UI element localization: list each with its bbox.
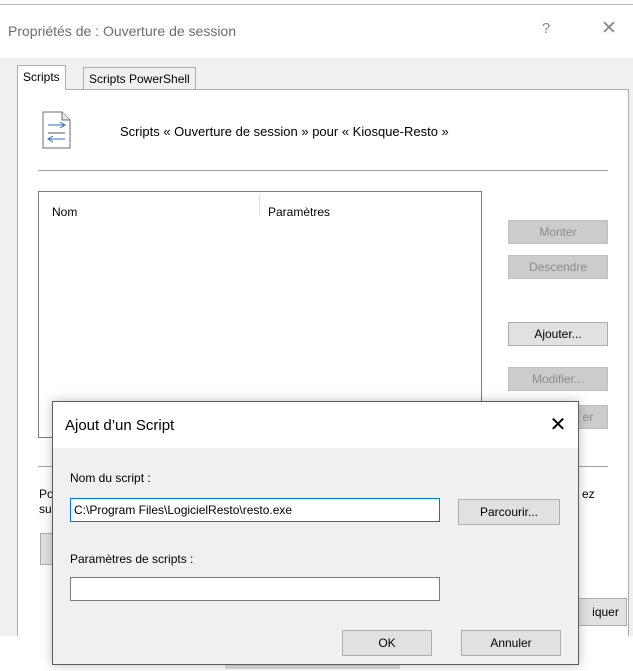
cancel-button[interactable]: Annuler xyxy=(461,630,561,656)
column-header-params[interactable]: Paramètres xyxy=(268,205,330,219)
scripts-header-text: Scripts « Ouverture de session » pour « … xyxy=(120,124,449,139)
window-title: Propriétés de : Ouverture de session xyxy=(8,23,237,39)
browse-button[interactable]: Parcourir... xyxy=(458,499,560,525)
move-down-button[interactable]: Descendre xyxy=(508,255,608,279)
edit-button[interactable]: Modifier... xyxy=(508,367,608,391)
hint-text-fragment-2: su xyxy=(39,502,52,516)
modal-title: Ajout d’un Script xyxy=(65,417,175,434)
column-divider[interactable] xyxy=(259,194,260,216)
add-button[interactable]: Ajouter... xyxy=(508,322,608,346)
close-icon[interactable]: ✕ xyxy=(598,18,620,40)
help-button[interactable]: ? xyxy=(536,20,556,40)
column-header-name[interactable]: Nom xyxy=(52,205,77,219)
script-name-input[interactable]: C:\Program Files\LogicielResto\resto.exe xyxy=(70,498,440,522)
modal-close-icon[interactable]: ✕ xyxy=(545,412,571,438)
script-name-label: Nom du script : xyxy=(70,471,151,485)
script-params-label: Paramètres de scripts : xyxy=(70,552,194,566)
move-up-button[interactable]: Monter xyxy=(508,220,608,244)
window-top-edge xyxy=(0,4,633,5)
script-params-input[interactable] xyxy=(70,577,440,601)
tab-scripts-powershell[interactable]: Scripts PowerShell xyxy=(83,67,196,90)
script-document-icon xyxy=(42,111,71,149)
header-separator xyxy=(38,170,608,171)
tab-scripts[interactable]: Scripts xyxy=(17,65,66,90)
ok-button[interactable]: OK xyxy=(342,630,432,656)
hint-text-fragment-3: ez xyxy=(582,487,595,501)
add-script-dialog: Ajout d’un Script ✕ Nom du script : C:\P… xyxy=(52,401,579,665)
